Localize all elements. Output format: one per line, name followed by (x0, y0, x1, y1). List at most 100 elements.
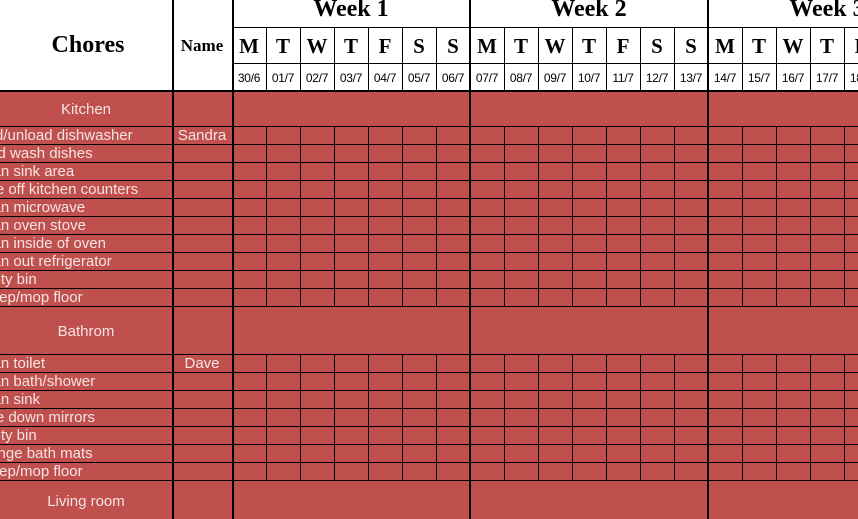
day-check-cell[interactable] (266, 145, 300, 163)
day-check-cell[interactable] (504, 145, 538, 163)
day-check-cell[interactable] (572, 427, 606, 445)
day-check-cell[interactable] (300, 427, 334, 445)
day-check-cell[interactable] (368, 199, 402, 217)
day-check-cell[interactable] (232, 409, 266, 427)
day-check-cell[interactable] (708, 445, 742, 463)
day-check-cell[interactable] (436, 409, 470, 427)
day-check-cell[interactable] (640, 427, 674, 445)
day-check-cell[interactable] (606, 199, 640, 217)
day-check-cell[interactable] (844, 445, 858, 463)
day-check-cell[interactable] (708, 289, 742, 307)
day-check-cell[interactable] (436, 163, 470, 181)
day-check-cell[interactable] (266, 445, 300, 463)
day-check-cell[interactable] (470, 409, 504, 427)
day-check-cell[interactable] (844, 463, 858, 481)
day-check-cell[interactable] (300, 409, 334, 427)
day-check-cell[interactable] (334, 427, 368, 445)
day-check-cell[interactable] (470, 127, 504, 145)
day-check-cell[interactable] (300, 355, 334, 373)
day-check-cell[interactable] (266, 355, 300, 373)
day-check-cell[interactable] (708, 391, 742, 409)
day-check-cell[interactable] (674, 271, 708, 289)
day-check-cell[interactable] (810, 445, 844, 463)
day-check-cell[interactable] (504, 199, 538, 217)
day-check-cell[interactable] (776, 235, 810, 253)
day-check-cell[interactable] (538, 217, 572, 235)
day-check-cell[interactable] (776, 445, 810, 463)
day-check-cell[interactable] (844, 145, 858, 163)
day-check-cell[interactable] (674, 289, 708, 307)
day-check-cell[interactable] (368, 271, 402, 289)
day-check-cell[interactable] (708, 199, 742, 217)
day-check-cell[interactable] (674, 181, 708, 199)
day-check-cell[interactable] (674, 427, 708, 445)
day-check-cell[interactable] (640, 181, 674, 199)
day-check-cell[interactable] (504, 289, 538, 307)
day-check-cell[interactable] (470, 445, 504, 463)
day-check-cell[interactable] (334, 289, 368, 307)
day-check-cell[interactable] (266, 373, 300, 391)
day-check-cell[interactable] (810, 391, 844, 409)
assignee-name[interactable] (172, 198, 232, 216)
day-check-cell[interactable] (232, 235, 266, 253)
day-check-cell[interactable] (776, 199, 810, 217)
day-check-cell[interactable] (606, 181, 640, 199)
day-check-cell[interactable] (334, 253, 368, 271)
day-check-cell[interactable] (334, 127, 368, 145)
day-check-cell[interactable] (504, 427, 538, 445)
day-check-cell[interactable] (640, 217, 674, 235)
day-check-cell[interactable] (368, 127, 402, 145)
day-check-cell[interactable] (674, 253, 708, 271)
day-check-cell[interactable] (606, 253, 640, 271)
day-check-cell[interactable] (470, 163, 504, 181)
day-check-cell[interactable] (402, 199, 436, 217)
day-check-cell[interactable] (844, 409, 858, 427)
day-check-cell[interactable] (572, 217, 606, 235)
day-check-cell[interactable] (402, 355, 436, 373)
day-check-cell[interactable] (368, 253, 402, 271)
day-check-cell[interactable] (402, 145, 436, 163)
day-check-cell[interactable] (742, 427, 776, 445)
day-check-cell[interactable] (572, 199, 606, 217)
assignee-name[interactable] (172, 390, 232, 408)
day-check-cell[interactable] (504, 373, 538, 391)
day-check-cell[interactable] (810, 181, 844, 199)
day-check-cell[interactable] (776, 145, 810, 163)
day-check-cell[interactable] (810, 427, 844, 445)
day-check-cell[interactable] (572, 181, 606, 199)
day-check-cell[interactable] (776, 163, 810, 181)
day-check-cell[interactable] (504, 391, 538, 409)
day-check-cell[interactable] (266, 217, 300, 235)
day-check-cell[interactable] (368, 427, 402, 445)
day-check-cell[interactable] (436, 463, 470, 481)
day-check-cell[interactable] (538, 271, 572, 289)
assignee-name[interactable] (172, 408, 232, 426)
day-check-cell[interactable] (470, 253, 504, 271)
day-check-cell[interactable] (232, 127, 266, 145)
day-check-cell[interactable] (742, 217, 776, 235)
day-check-cell[interactable] (538, 127, 572, 145)
day-check-cell[interactable] (504, 271, 538, 289)
day-check-cell[interactable] (674, 127, 708, 145)
day-check-cell[interactable] (402, 289, 436, 307)
day-check-cell[interactable] (470, 373, 504, 391)
day-check-cell[interactable] (742, 271, 776, 289)
day-check-cell[interactable] (572, 391, 606, 409)
assignee-name[interactable] (172, 216, 232, 234)
day-check-cell[interactable] (300, 235, 334, 253)
day-check-cell[interactable] (810, 145, 844, 163)
day-check-cell[interactable] (232, 199, 266, 217)
day-check-cell[interactable] (606, 463, 640, 481)
day-check-cell[interactable] (708, 163, 742, 181)
day-check-cell[interactable] (368, 463, 402, 481)
day-check-cell[interactable] (640, 355, 674, 373)
day-check-cell[interactable] (742, 127, 776, 145)
day-check-cell[interactable] (674, 235, 708, 253)
day-check-cell[interactable] (810, 253, 844, 271)
day-check-cell[interactable] (572, 127, 606, 145)
day-check-cell[interactable] (300, 163, 334, 181)
assignee-name[interactable] (172, 372, 232, 390)
day-check-cell[interactable] (640, 463, 674, 481)
day-check-cell[interactable] (640, 163, 674, 181)
day-check-cell[interactable] (436, 391, 470, 409)
